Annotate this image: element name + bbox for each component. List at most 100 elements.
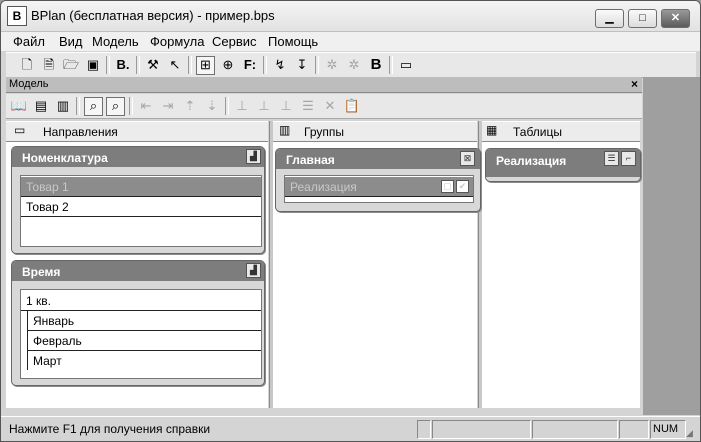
groups-label: Группы — [304, 125, 344, 139]
toolbar-separator — [136, 56, 140, 74]
menu-service[interactable]: Сервис — [212, 34, 257, 49]
status-help-text: Нажмите F1 для получения справки — [9, 422, 211, 436]
table-open-icon[interactable]: ⌐ — [621, 151, 636, 166]
new-doc-icon[interactable]: 🗋 — [18, 56, 36, 74]
chart-icon[interactable]: ▟ — [246, 263, 261, 278]
group-icon[interactable]: ✲ — [323, 56, 341, 74]
status-panel — [619, 420, 649, 439]
report-b-icon[interactable]: B — [367, 56, 385, 74]
directions-icon: ▭ — [14, 123, 26, 137]
tables-header: ▦ Таблицы — [482, 121, 640, 142]
nomenclature-card[interactable]: Номенклатура ▟ Товар 1 Товар 2 — [11, 146, 265, 254]
status-panel — [532, 420, 618, 439]
minimize-button[interactable]: ▁ — [595, 9, 624, 28]
nomenclature-card-header: Номенклатура ▟ — [12, 147, 264, 167]
groups-pane: Главная ⊠ Реализация ▢ ✔ — [273, 142, 481, 408]
model-panel-title: Модель — [9, 78, 49, 90]
nomenclature-list: Товар 1 Товар 2 — [20, 175, 262, 247]
time-list: 1 кв. Январь Февраль Март — [20, 289, 262, 379]
title-bar[interactable]: B BPlan (бесплатная версия) - пример.bps… — [1, 1, 700, 32]
move-right-icon[interactable]: ⇥ — [159, 97, 177, 115]
book-icon[interactable]: 📖 — [10, 97, 28, 115]
save-icon[interactable]: ▣ — [84, 56, 102, 74]
table-abc-icon[interactable]: ▥ — [54, 97, 72, 115]
move-up-icon[interactable]: ⇡ — [181, 97, 199, 115]
tables-icon: ▦ — [486, 123, 498, 137]
model-close-icon[interactable]: × — [631, 77, 638, 91]
new-doc-list-icon[interactable]: 🗎 — [40, 56, 58, 74]
model-panel-header: Модель × — [6, 77, 642, 93]
group-settings-icon[interactable]: ⊠ — [460, 151, 475, 166]
sales-table-card-header: Реализация ☰ ⌐ — [486, 149, 640, 177]
app-window: B BPlan (бесплатная версия) - пример.bps… — [0, 0, 701, 442]
move-down-icon[interactable]: ⇣ — [203, 97, 221, 115]
toolbar-separator — [263, 56, 267, 74]
list-item[interactable]: Март — [27, 351, 261, 370]
calc-down-icon[interactable]: ↧ — [293, 56, 311, 74]
list-item[interactable]: Февраль — [27, 331, 261, 351]
model-toolbar: 📖 ▤ ▥ ⌕ ⌕ ⇤ ⇥ ⇡ ⇣ ⊥ ⊥ ⊥ ☰ ✕ 📋 — [6, 94, 642, 119]
tree-icon[interactable]: ⊞ — [196, 56, 215, 75]
time-card[interactable]: Время ▟ 1 кв. Январь Февраль Март — [11, 260, 265, 386]
toolbar-separator — [225, 97, 229, 115]
maximize-button[interactable]: □ — [628, 9, 657, 28]
list-item[interactable]: Товар 1 — [21, 177, 261, 197]
toolbar-separator — [129, 97, 133, 115]
help-pointer-icon[interactable]: ↖ — [166, 56, 184, 74]
monitor-icon[interactable]: ▭ — [397, 56, 415, 74]
toolbar-separator — [76, 97, 80, 115]
list-item[interactable]: Реализация ▢ ✔ — [285, 177, 473, 197]
list-item[interactable]: 1 кв. — [21, 291, 261, 311]
main-group-title: Главная — [286, 153, 335, 167]
menu-bar: Файл Вид Модель Формула Сервис Помощь — [1, 32, 700, 51]
tree-add-icon[interactable]: ⊕ — [219, 56, 237, 74]
frame-icon[interactable]: ▢ — [441, 180, 454, 193]
main-group-card-header: Главная ⊠ — [276, 149, 480, 169]
menu-file[interactable]: Файл — [13, 34, 45, 49]
groups-icon: ▥ — [279, 123, 291, 137]
bold-b-icon[interactable]: B. — [114, 56, 132, 74]
calc-up-icon[interactable]: ↯ — [271, 56, 289, 74]
list-item[interactable]: Январь — [27, 311, 261, 331]
directions-header: ▭ Направления — [6, 121, 268, 142]
insert-abc-icon[interactable]: ⊥ — [255, 97, 273, 115]
tools-icon[interactable]: ⚒ — [144, 56, 162, 74]
table-edit-icon[interactable]: ▤ — [32, 97, 50, 115]
zoom-icon[interactable]: ⌕ — [84, 97, 103, 116]
checkbox-icon[interactable]: ✔ — [456, 180, 469, 193]
list-item[interactable]: Товар 2 — [21, 197, 261, 217]
groups-header: ▥ Группы — [273, 121, 477, 142]
formula-icon[interactable]: F: — [241, 56, 259, 74]
tables-label: Таблицы — [513, 125, 563, 139]
menu-view[interactable]: Вид — [59, 34, 83, 49]
menu-help[interactable]: Помощь — [268, 34, 318, 49]
window-title: BPlan (бесплатная версия) - пример.bps — [31, 8, 275, 23]
main-toolbar: 🗋 🗎 🗁 ▣ B. ⚒ ↖ ⊞ ⊕ F: ↯ ↧ ✲ ✲ B ▭ — [6, 52, 696, 78]
ungroup-icon[interactable]: ✲ — [345, 56, 363, 74]
menu-formula[interactable]: Формула — [150, 34, 204, 49]
menu-model[interactable]: Модель — [92, 34, 139, 49]
open-folder-icon[interactable]: 🗁 — [62, 56, 80, 74]
chart-icon[interactable]: ▟ — [246, 149, 261, 164]
insert-icon[interactable]: ⊥ — [233, 97, 251, 115]
list-icon[interactable]: ☰ — [299, 97, 317, 115]
tables-pane: Реализация ☰ ⌐ — [482, 142, 641, 408]
resize-grip-icon[interactable]: ◢ — [686, 428, 698, 440]
directions-pane: Номенклатура ▟ Товар 1 Товар 2 Время ▟ 1… — [6, 142, 268, 408]
time-title: Время — [22, 265, 61, 279]
sales-table-card[interactable]: Реализация ☰ ⌐ — [485, 148, 641, 182]
toolbar-separator — [389, 56, 393, 74]
nomenclature-title: Номенклатура — [22, 151, 108, 165]
move-left-icon[interactable]: ⇤ — [137, 97, 155, 115]
zoom-fit-icon[interactable]: ⌕ — [106, 97, 125, 116]
table-list-icon[interactable]: ☰ — [604, 151, 619, 166]
app-icon: B — [7, 6, 27, 26]
delete-icon[interactable]: ✕ — [321, 97, 339, 115]
num-lock-indicator: NUM — [650, 420, 686, 439]
toolbar-separator — [315, 56, 319, 74]
close-button[interactable]: ✕ — [661, 9, 690, 28]
insert-abc2-icon[interactable]: ⊥ — [277, 97, 295, 115]
main-group-list: Реализация ▢ ✔ — [284, 175, 474, 203]
paste-icon[interactable]: 📋 — [343, 97, 361, 115]
main-group-card[interactable]: Главная ⊠ Реализация ▢ ✔ — [275, 148, 481, 212]
